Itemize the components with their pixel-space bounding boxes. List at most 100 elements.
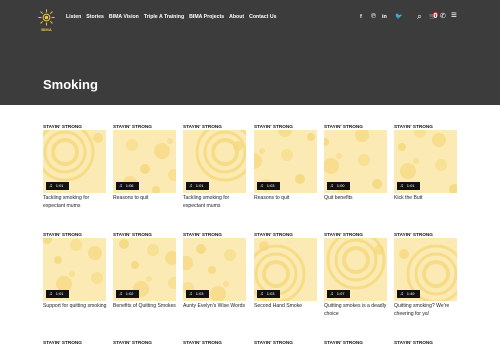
card-title[interactable]: Quit benefits [324,194,388,202]
duration-badge: ♫ 1:06 [116,182,139,190]
audio-card[interactable]: STAYIN' STRONG ♫ 1:01 Tackling smoking for … [43,124,107,210]
audio-card[interactable]: STAYIN' STRONG ♫ 1:01 Tackling smoking for … [183,124,247,210]
duration-badge: ♫ 1:01 [186,182,209,190]
pinterest-icon[interactable]: ℗ [371,12,376,22]
nav-bima-vision[interactable]: BIMA Vision [109,14,139,20]
nav-about[interactable]: About [229,14,244,20]
music-note-icon: ♫ [49,183,53,189]
music-note-icon: ♫ [330,291,334,297]
duration-text: 1:49 [406,291,415,296]
nav-contact-us[interactable]: Contact Us [249,14,276,20]
card-thumbnail[interactable]: ♫ 1:01 [394,130,457,193]
card-thumbnail[interactable]: ♫ 1:02 [113,238,176,301]
duration-text: 1:07 [336,291,345,296]
card-title[interactable]: Second Hand Smoke [254,302,318,310]
duration-text: 1:01 [406,183,415,188]
duration-badge: ♫ 1:49 [397,290,420,298]
duration-badge: ♫ 1:00 [327,182,350,190]
duration-text: 1:06 [125,183,134,188]
duration-text: 1:00 [336,183,345,188]
audio-card[interactable]: STAYIN' STRONG ♫ 1:07 Quitting smokes is a … [324,232,388,318]
music-note-icon: ♫ [260,183,264,189]
card-thumbnail[interactable]: ♫ 1:07 [324,238,387,301]
card-thumbnail[interactable]: ♫ 1:01 [43,238,106,301]
card-title[interactable]: Tackling smoking for expectant mums [43,194,107,210]
music-note-icon: ♫ [400,183,404,189]
music-note-icon: ♫ [49,291,53,297]
duration-text: 1:01 [55,291,64,296]
card-title[interactable]: Quitting smokes is a deadly choice [324,302,388,318]
music-note-icon: ♫ [119,291,123,297]
card-category[interactable]: STAYIN' STRONG [254,340,318,346]
duration-badge: ♫ 1:03 [257,182,280,190]
cart-count-badge: 0 [433,12,438,20]
card-thumbnail[interactable]: ♫ 1:01 [43,130,106,193]
duration-text: 1:03 [195,291,204,296]
card-category[interactable]: STAYIN' STRONG [113,340,177,346]
duration-badge: ♫ 1:03 [257,290,280,298]
card-title[interactable]: Reasons to quit [254,194,318,202]
nav-stories[interactable]: Stories [86,14,104,20]
duration-badge: ♫ 1:01 [397,182,420,190]
card-title[interactable]: Aunty Evelyn's Wise Words [183,302,247,310]
card-title[interactable]: Support for quitting smoking [43,302,107,310]
search-icon[interactable]: ⌕ [417,11,422,21]
audio-card[interactable]: STAYIN' STRONG [113,340,177,346]
card-title[interactable]: Kick the Butt [394,194,458,202]
card-title[interactable]: Benefits of Quitting Smokes [113,302,177,310]
card-title[interactable]: Quitting smoking? We're cheering for ya! [394,302,458,318]
menu-icon[interactable]: ≡ [451,11,457,21]
card-category[interactable]: STAYIN' STRONG [43,340,107,346]
card-thumbnail[interactable]: ♫ 1:03 [254,130,317,193]
page-title: Smoking [43,77,98,92]
audio-card[interactable]: STAYIN' STRONG ♫ 1:06 Reasons to quit [113,124,177,202]
audio-card[interactable]: STAYIN' STRONG ♫ 1:03 Aunty Evelyn's Wise W… [183,232,247,310]
card-title[interactable]: Reasons to quit [113,194,177,202]
twitter-icon[interactable]: 🐦 [395,12,402,22]
duration-badge: ♫ 1:01 [46,182,69,190]
nav-triple-a-training[interactable]: Triple A Training [144,14,184,20]
card-thumbnail[interactable]: ♫ 1:06 [113,130,176,193]
audio-card[interactable]: STAYIN' STRONG [394,340,458,346]
card-thumbnail[interactable]: ♫ 1:49 [394,238,457,301]
duration-text: 1:02 [125,291,134,296]
duration-text: 1:03 [266,291,275,296]
card-thumbnail[interactable]: ♫ 1:00 [324,130,387,193]
header-icons: f ℗ in 🐦 ⌕ 🛒 0 ✆ ≡ [360,11,465,22]
nav-bima-projects[interactable]: BIMA Projects [189,14,224,20]
duration-text: 1:03 [266,183,275,188]
card-title[interactable]: Tackling smoking for expectant mums [183,194,247,210]
card-thumbnail[interactable]: ♫ 1:03 [183,238,246,301]
music-note-icon: ♫ [260,291,264,297]
linkedin-icon[interactable]: in [382,12,387,22]
music-note-icon: ♫ [119,183,123,189]
nav-listen[interactable]: Listen [66,14,81,20]
facebook-icon[interactable]: f [360,12,362,22]
duration-text: 1:01 [195,183,204,188]
phone-icon[interactable]: ✆ [440,12,446,22]
duration-badge: ♫ 1:03 [186,290,209,298]
logo-text: BIMA [41,27,52,32]
card-category[interactable]: STAYIN' STRONG [183,340,247,346]
card-thumbnail[interactable]: ♫ 1:01 [183,130,246,193]
audio-card[interactable]: STAYIN' STRONG ♫ 1:03 Second Hand Smoke [254,232,318,310]
audio-card[interactable]: STAYIN' STRONG [183,340,247,346]
audio-card[interactable]: STAYIN' STRONG [324,340,388,346]
audio-card[interactable]: STAYIN' STRONG ♫ 1:01 Kick the Butt [394,124,458,202]
duration-badge: ♫ 1:07 [327,290,350,298]
card-category[interactable]: STAYIN' STRONG [394,340,458,346]
audio-card[interactable]: STAYIN' STRONG ♫ 1:01 Support for quitting … [43,232,107,310]
bima-logo-icon[interactable] [38,9,55,26]
audio-card[interactable]: STAYIN' STRONG [43,340,107,346]
audio-card[interactable]: STAYIN' STRONG ♫ 1:02 Benefits of Quitting … [113,232,177,310]
audio-card[interactable]: STAYIN' STRONG ♫ 1:03 Reasons to quit [254,124,318,202]
audio-card[interactable]: STAYIN' STRONG ♫ 1:00 Quit benefits [324,124,388,202]
page-header: BIMA Listen Stories BIMA Vision Triple A Tr… [0,0,500,105]
audio-card[interactable]: STAYIN' STRONG ♫ 1:49 Quitting smoking? We'… [394,232,458,318]
duration-badge: ♫ 1:01 [46,290,69,298]
card-thumbnail[interactable]: ♫ 1:03 [254,238,317,301]
main-nav: Listen Stories BIMA Vision Triple A Trainin… [66,14,281,20]
duration-badge: ♫ 1:02 [116,290,139,298]
audio-card[interactable]: STAYIN' STRONG [254,340,318,346]
card-category[interactable]: STAYIN' STRONG [324,340,388,346]
